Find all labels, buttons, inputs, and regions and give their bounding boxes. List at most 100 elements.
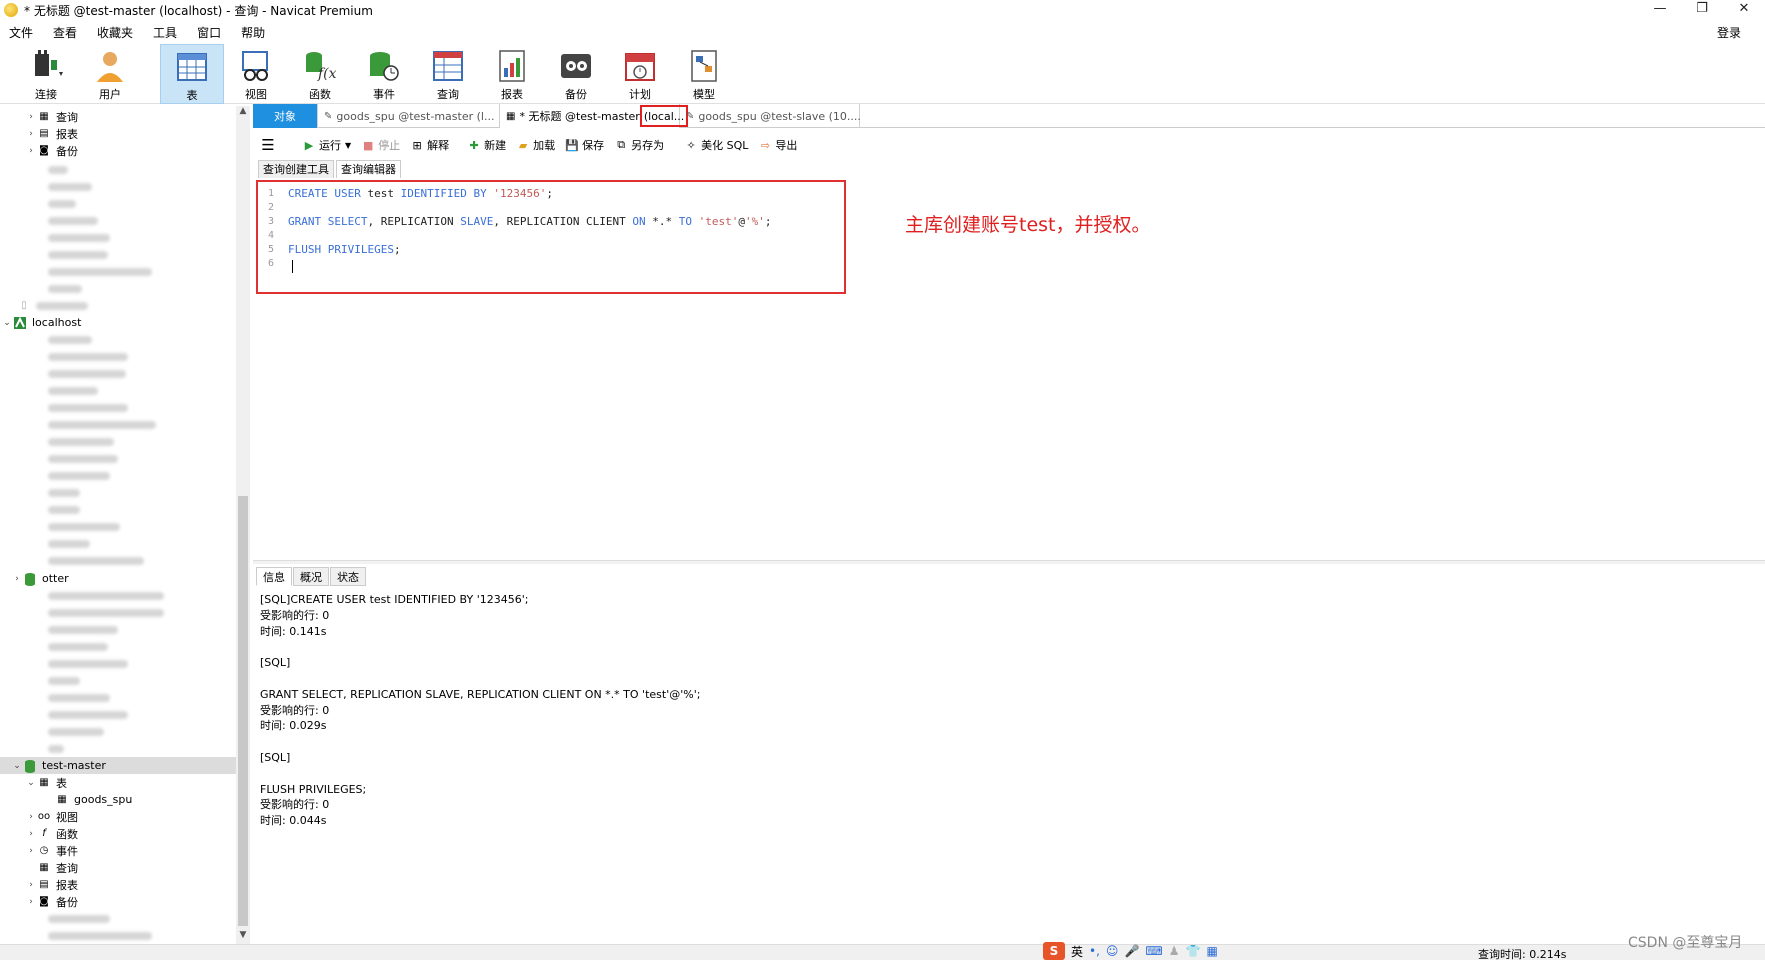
run-button[interactable]: ▶ 运行 ▼ [302, 137, 351, 153]
ime-language[interactable]: 英 [1071, 943, 1083, 960]
tree-item-blurred[interactable] [0, 212, 236, 229]
tab-untitled-query[interactable]: ▦ * 无标题 @test-master (local... [500, 104, 689, 128]
tree-item-blurred[interactable] [0, 416, 236, 433]
hamburger-menu-button[interactable]: ☰ [261, 136, 278, 154]
tree-item-blurred[interactable] [0, 501, 236, 518]
tree-item-events[interactable]: › ◷ 事件 [0, 842, 236, 859]
sql-editor[interactable]: 1 CREATE USER test IDENTIFIED BY '123456… [256, 180, 846, 294]
tree-item-blurred-connection[interactable]: ▯ [0, 297, 236, 314]
beautify-sql-button[interactable]: ✧ 美化 SQL [684, 137, 749, 153]
scroll-up-icon[interactable]: ▲ [236, 106, 250, 120]
user-icon[interactable]: ♟ [1169, 944, 1180, 958]
toolbar-schedule-button[interactable]: 计划 [608, 44, 672, 104]
toolbar-function-button[interactable]: f(x) 函数 [288, 44, 352, 104]
minimize-button[interactable]: — [1639, 0, 1681, 20]
menu-view[interactable]: 查看 [44, 24, 88, 41]
tree-item-blurred[interactable] [0, 263, 236, 280]
tree-item-blurred[interactable] [0, 195, 236, 212]
tree-item-blurred[interactable] [0, 433, 236, 450]
login-link[interactable]: 登录 [1717, 24, 1741, 41]
tree-item-blurred[interactable] [0, 365, 236, 382]
sogou-ime-logo[interactable]: S [1043, 942, 1065, 960]
toolbar-query-button[interactable]: 查询 [416, 44, 480, 104]
tab-profile[interactable]: 概况 [293, 567, 329, 586]
stop-button[interactable]: ■ 停止 [361, 137, 400, 153]
save-button[interactable]: 💾 保存 [565, 137, 604, 153]
toolbar-connection-button[interactable]: 连接 [14, 44, 78, 104]
tree-item-blurred[interactable] [0, 723, 236, 740]
tree-item-blurred[interactable] [0, 382, 236, 399]
toolbar-table-button[interactable]: 表 [160, 44, 224, 104]
grid-icon[interactable]: ▦ [1206, 944, 1217, 958]
tab-objects[interactable]: 对象 [253, 104, 318, 128]
tree-item-blurred[interactable] [0, 927, 236, 944]
tree-item-backups[interactable]: › ◙ 备份 [0, 893, 236, 910]
tree-item-blurred[interactable] [0, 621, 236, 638]
toolbar-backup-button[interactable]: 备份 [544, 44, 608, 104]
tree-item-queries[interactable]: › ▦ 查询 [0, 108, 236, 125]
toolbar-user-button[interactable]: 用户 [78, 44, 142, 104]
new-button[interactable]: ✚ 新建 [467, 137, 507, 153]
pane-splitter[interactable] [253, 560, 1765, 564]
tree-item-blurred[interactable] [0, 280, 236, 297]
toolbar-view-button[interactable]: 视图 [224, 44, 288, 104]
tree-db-test-master[interactable]: ⌄ test-master [0, 757, 236, 774]
export-button[interactable]: ⇨ 导出 [758, 137, 798, 153]
tree-item-backups[interactable]: › ◙ 备份 [0, 142, 236, 159]
tree-item-blurred[interactable] [0, 655, 236, 672]
tree-item-blurred[interactable] [0, 552, 236, 569]
tree-item-blurred[interactable] [0, 535, 236, 552]
tree-item-blurred[interactable] [0, 706, 236, 723]
tree-item-blurred[interactable] [0, 604, 236, 621]
toolbar-report-button[interactable]: 报表 [480, 44, 544, 104]
tree-item-blurred[interactable] [0, 638, 236, 655]
menu-file[interactable]: 文件 [0, 24, 44, 41]
tab-status[interactable]: 状态 [330, 567, 366, 586]
menu-tools[interactable]: 工具 [144, 24, 188, 41]
tree-item-blurred[interactable] [0, 689, 236, 706]
tree-item-blurred[interactable] [0, 467, 236, 484]
load-button[interactable]: ▰ 加载 [516, 137, 555, 153]
scroll-down-icon[interactable]: ▼ [236, 930, 250, 944]
tab-goods-spu-master[interactable]: ✎ goods_spu @test-master (l... [318, 104, 500, 128]
ime-toolbar[interactable]: S 英 •, ☺ 🎤 ⌨ ♟ 👕 ▦ [1043, 942, 1218, 960]
tree-item-table-goods-spu[interactable]: ▦ goods_spu [0, 791, 236, 808]
tree-item-blurred[interactable] [0, 484, 236, 501]
tree-item-blurred[interactable] [0, 587, 236, 604]
microphone-icon[interactable]: 🎤 [1124, 944, 1139, 958]
tree-item-blurred[interactable] [0, 740, 236, 757]
tree-item-blurred[interactable] [0, 229, 236, 246]
restore-button[interactable]: ❐ [1681, 0, 1723, 20]
tab-goods-spu-slave[interactable]: ✎ goods_spu @test-slave (10.... [680, 104, 861, 128]
tab-query-editor[interactable]: 查询编辑器 [336, 160, 401, 178]
tree-item-blurred[interactable] [0, 399, 236, 416]
tab-message[interactable]: 信息 [256, 567, 292, 586]
save-as-button[interactable]: ⧉ 另存为 [614, 137, 664, 153]
menu-help[interactable]: 帮助 [232, 24, 276, 41]
tree-item-blurred[interactable] [0, 450, 236, 467]
toolbar-model-button[interactable]: 模型 [672, 44, 736, 104]
menu-favorites[interactable]: 收藏夹 [88, 24, 144, 41]
tree-item-reports[interactable]: › ▤ 报表 [0, 125, 236, 142]
tree-item-functions[interactable]: › f 函数 [0, 825, 236, 842]
tree-item-blurred[interactable] [0, 178, 236, 195]
tree-item-blurred[interactable] [0, 672, 236, 689]
tree-item-queries[interactable]: ▦ 查询 [0, 859, 236, 876]
connection-tree[interactable]: › ▦ 查询 › ▤ 报表 › ◙ 备份 ▯ ⌄ localhost › otter ⌄ test… [0, 106, 238, 944]
tree-item-blurred[interactable] [0, 518, 236, 535]
explain-button[interactable]: ⊞ 解释 [410, 137, 450, 153]
tree-item-blurred[interactable] [0, 331, 236, 348]
menu-window[interactable]: 窗口 [188, 24, 232, 41]
tree-item-blurred[interactable] [0, 161, 236, 178]
close-button[interactable]: ✕ [1723, 0, 1765, 20]
punctuation-icon[interactable]: •, [1089, 944, 1100, 958]
emoji-icon[interactable]: ☺ [1106, 944, 1119, 958]
tab-query-builder[interactable]: 查询创建工具 [258, 160, 334, 178]
skin-icon[interactable]: 👕 [1185, 944, 1200, 958]
tree-item-blurred[interactable] [0, 910, 236, 927]
tree-connection-localhost[interactable]: ⌄ localhost [0, 314, 236, 331]
keyboard-icon[interactable]: ⌨ [1145, 944, 1162, 958]
scrollbar-thumb[interactable] [238, 496, 248, 926]
tree-item-blurred[interactable] [0, 348, 236, 365]
tree-item-reports[interactable]: › ▤ 报表 [0, 876, 236, 893]
